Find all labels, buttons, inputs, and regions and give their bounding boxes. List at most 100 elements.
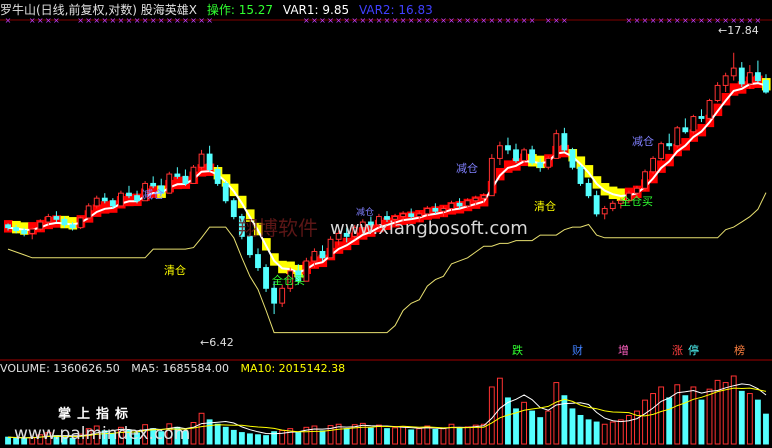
annotation-buy-2: 全仓买 bbox=[620, 195, 653, 208]
chart-title: 罗牛山(日线,前复权,对数) 股海英雄X bbox=[0, 3, 198, 17]
volume-bar bbox=[561, 395, 568, 445]
signal-band bbox=[229, 183, 239, 197]
candle-body bbox=[61, 218, 68, 226]
candle-body bbox=[400, 213, 407, 218]
volume-bar bbox=[295, 432, 302, 445]
volume-bar bbox=[432, 429, 439, 445]
candle-body bbox=[29, 228, 36, 234]
top-marker: × bbox=[480, 16, 487, 25]
tag-bang: 榜 bbox=[734, 344, 745, 357]
annotation-low-price: ←6.42 bbox=[200, 336, 234, 349]
volume-bar bbox=[367, 427, 374, 445]
volume-bar bbox=[658, 386, 665, 445]
volume-bar bbox=[440, 428, 447, 445]
candle-body bbox=[464, 200, 471, 207]
volume-bar bbox=[505, 397, 511, 445]
volume-header: VOLUME: 1360626.50 MA5: 1685584.00 MA10:… bbox=[0, 362, 353, 376]
top-marker: × bbox=[706, 16, 713, 25]
volume-bar bbox=[666, 397, 673, 445]
top-marker: × bbox=[650, 16, 657, 25]
volume-bar bbox=[537, 417, 544, 445]
candle-body bbox=[214, 168, 221, 184]
candle-body bbox=[585, 182, 592, 197]
volume-bar bbox=[650, 393, 657, 445]
top-marker: × bbox=[513, 16, 520, 25]
candles bbox=[5, 52, 769, 315]
candle-body bbox=[763, 80, 769, 93]
volume-bar bbox=[585, 419, 592, 445]
candle-body bbox=[69, 224, 76, 229]
candle-body bbox=[480, 195, 487, 199]
candle-body bbox=[456, 202, 463, 207]
annotation-clear-2: 清仓 bbox=[534, 200, 556, 213]
top-marker: × bbox=[553, 16, 560, 25]
candle-body bbox=[754, 72, 761, 82]
ma10-value: MA10: 2015142.38 bbox=[240, 362, 346, 375]
candle-body bbox=[601, 208, 608, 215]
high-price-value: 17.84 bbox=[727, 24, 759, 37]
candle-body bbox=[505, 145, 511, 151]
volume-bar bbox=[230, 429, 237, 445]
trend-line bbox=[7, 82, 767, 274]
volume-bar bbox=[359, 422, 366, 445]
candle-body bbox=[440, 208, 447, 212]
volume-bar bbox=[222, 426, 229, 445]
candle-body bbox=[472, 197, 479, 202]
op-value: 操作: 15.27 bbox=[206, 3, 274, 17]
volume-bar bbox=[690, 386, 697, 445]
volume-bar bbox=[472, 424, 479, 445]
candle-body bbox=[609, 202, 616, 210]
candle-body bbox=[577, 166, 584, 184]
volume-bar bbox=[384, 428, 390, 445]
candle-body bbox=[448, 202, 455, 210]
candle-body bbox=[513, 149, 519, 162]
volume-bar bbox=[416, 428, 423, 445]
candle-body bbox=[271, 287, 278, 304]
volume-bar bbox=[343, 428, 350, 445]
volume-bar bbox=[698, 399, 705, 445]
annotation-clear-1: 清仓 bbox=[164, 264, 186, 277]
tag-die: 跌 bbox=[512, 344, 523, 357]
tag-zeng: 增 bbox=[618, 344, 629, 357]
volume-bar bbox=[408, 429, 415, 445]
volume-bar bbox=[601, 423, 608, 445]
annotation-buy-1: 全仓买 bbox=[272, 274, 305, 287]
watermark-cn: 翔博软件 bbox=[238, 216, 318, 240]
volume-bar bbox=[263, 435, 269, 445]
volume-bar bbox=[569, 408, 576, 445]
candle-body bbox=[319, 250, 326, 259]
watermark-bottom-cn: 掌上指标 bbox=[58, 407, 135, 422]
top-marker: × bbox=[682, 16, 689, 25]
candle-body bbox=[658, 143, 665, 159]
candle-body bbox=[706, 100, 713, 119]
candle-body bbox=[5, 224, 11, 229]
candle-body bbox=[642, 171, 648, 189]
candle-body bbox=[666, 143, 673, 147]
volume-bar bbox=[738, 390, 745, 445]
var1-value: VAR1: 9.85 bbox=[282, 3, 350, 17]
volume-bar bbox=[545, 410, 552, 445]
candle-body bbox=[37, 221, 44, 230]
volume-bar bbox=[464, 426, 471, 445]
candle-body bbox=[496, 145, 503, 159]
volume-bar bbox=[247, 433, 253, 445]
top-marker: × bbox=[448, 16, 455, 25]
candle-body bbox=[198, 153, 205, 168]
top-marker: × bbox=[561, 16, 568, 25]
volume-bar bbox=[279, 429, 286, 445]
volume-bar bbox=[577, 414, 584, 445]
watermark-bottom-url: www.palmindex.com bbox=[14, 424, 191, 444]
top-marker: × bbox=[505, 16, 512, 25]
candle-body bbox=[327, 238, 334, 259]
tag-zhang: 涨 bbox=[672, 344, 683, 357]
volume-bar bbox=[722, 382, 729, 445]
candle-body bbox=[93, 197, 100, 207]
top-marker: × bbox=[642, 16, 649, 25]
volume-bar bbox=[706, 388, 713, 445]
candle-body bbox=[230, 200, 237, 218]
candle-body bbox=[263, 267, 269, 289]
candle-body bbox=[45, 216, 52, 223]
watermark-url: www.xiangbosoft.com bbox=[330, 218, 528, 239]
top-marker: × bbox=[690, 16, 697, 25]
candle-body bbox=[714, 84, 721, 102]
